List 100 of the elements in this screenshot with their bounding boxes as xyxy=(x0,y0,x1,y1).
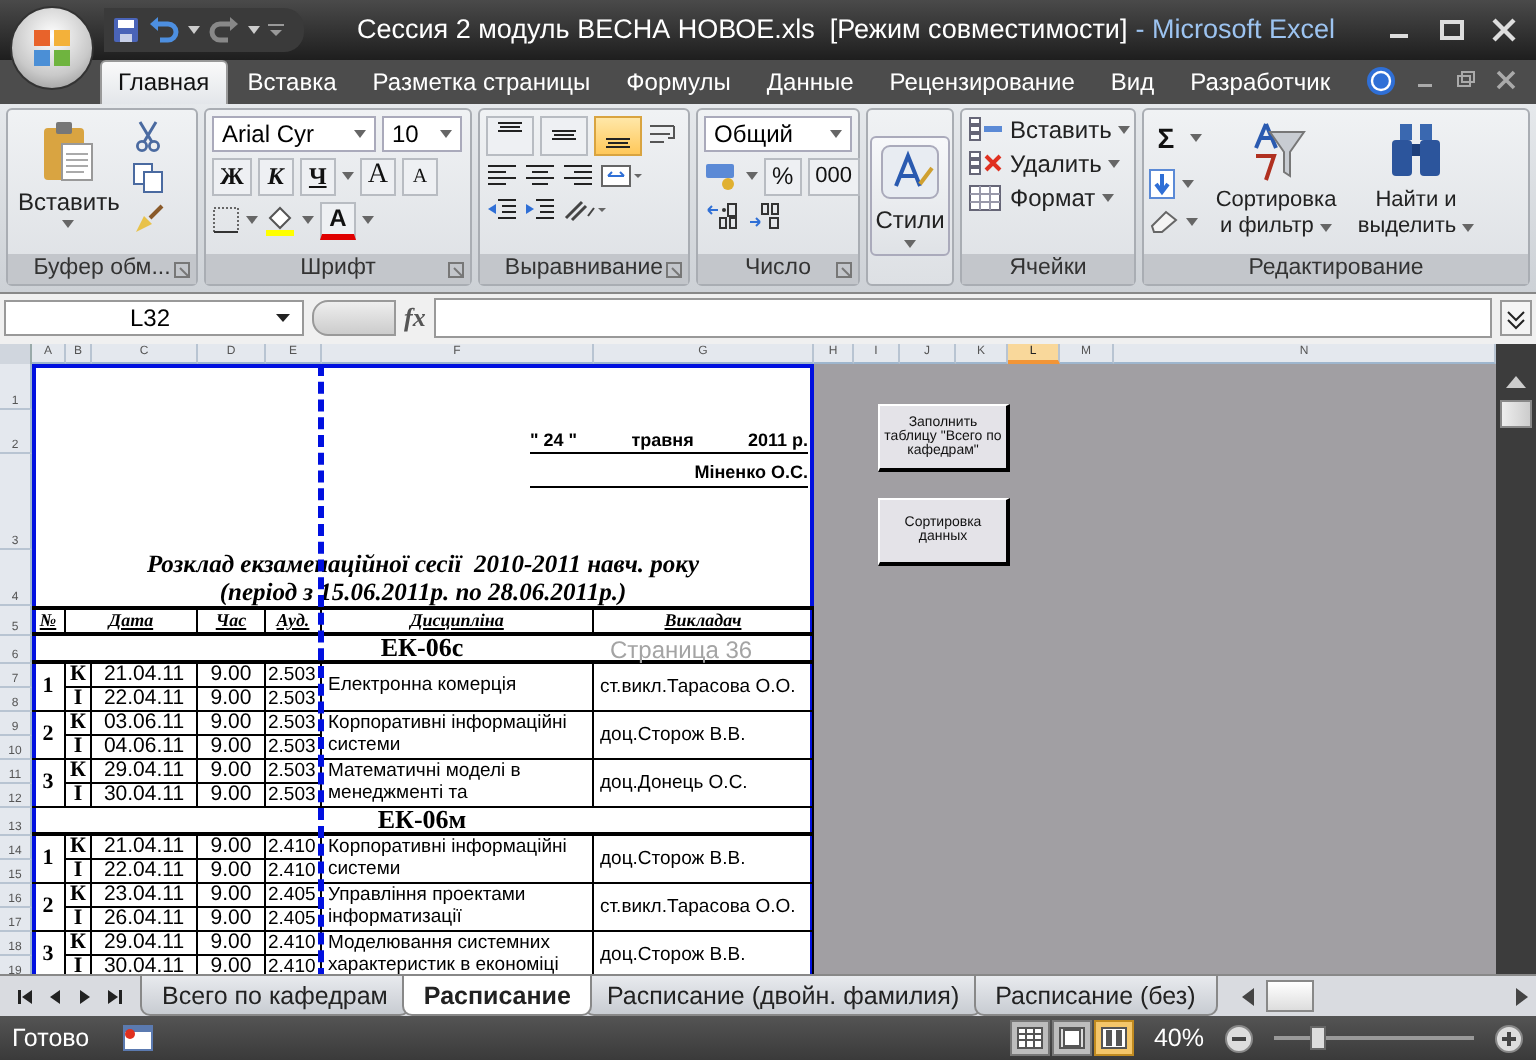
font-size-field[interactable]: 10 xyxy=(382,115,462,152)
caret-icon[interactable] xyxy=(246,216,258,225)
decrease-indent-icon[interactable] xyxy=(486,195,518,224)
help-icon[interactable] xyxy=(1366,65,1396,96)
sort-filter-button[interactable]: Сортировка и фильтр xyxy=(1206,115,1346,244)
ribbon-tab[interactable]: Главная xyxy=(100,59,228,104)
next-sheet-icon[interactable] xyxy=(76,987,94,1006)
fill-color-icon[interactable] xyxy=(264,204,296,237)
zoom-level[interactable]: 40% xyxy=(1153,1024,1204,1053)
scroll-up-icon[interactable] xyxy=(1506,375,1526,388)
number-format-field[interactable]: Общий xyxy=(704,115,852,152)
caret-icon xyxy=(1462,223,1475,232)
caret-icon[interactable] xyxy=(1186,217,1198,226)
decrease-decimal-icon[interactable] xyxy=(746,201,782,230)
split-box[interactable] xyxy=(1496,343,1536,364)
office-button[interactable] xyxy=(10,6,94,90)
caret-icon[interactable] xyxy=(1182,179,1194,188)
italic-button[interactable]: К xyxy=(257,157,294,196)
zoom-slider-thumb[interactable] xyxy=(1310,1026,1326,1051)
last-sheet-icon[interactable] xyxy=(106,987,124,1006)
borders-icon[interactable] xyxy=(212,206,240,235)
vertical-align-button[interactable] xyxy=(540,115,588,156)
view-button[interactable] xyxy=(1009,1020,1050,1057)
scroll-thumb[interactable] xyxy=(1500,399,1532,428)
first-sheet-icon[interactable] xyxy=(16,987,34,1006)
sheet-tab[interactable]: Расписание (двойн. фамилия) xyxy=(584,976,982,1017)
fill-down-icon[interactable] xyxy=(1148,167,1176,200)
thousands-button[interactable]: 000 xyxy=(807,157,861,196)
ribbon-tab[interactable]: Вид xyxy=(1094,61,1171,104)
percent-button[interactable]: % xyxy=(764,157,802,196)
bold-button[interactable]: Ж xyxy=(212,157,252,196)
maximize-icon[interactable] xyxy=(1440,17,1464,42)
insert-function-button[interactable]: fx xyxy=(404,302,426,335)
scroll-right-icon[interactable] xyxy=(1516,987,1528,1006)
increase-decimal-icon[interactable] xyxy=(704,201,740,230)
brush-icon[interactable] xyxy=(131,203,164,236)
splitter-handle[interactable] xyxy=(312,300,396,337)
merge-icon[interactable] xyxy=(600,161,644,190)
delete-cells-button[interactable]: Удалить xyxy=(968,149,1120,178)
find-select-button[interactable]: Найти и выделить xyxy=(1350,115,1482,244)
caret-icon[interactable] xyxy=(341,172,354,181)
font-name-field[interactable]: Arial Cyr xyxy=(212,115,376,152)
view-icon xyxy=(1099,1026,1128,1051)
sheet-tab[interactable]: Расписание (без) xyxy=(973,976,1218,1017)
scroll-thumb[interactable] xyxy=(1265,980,1314,1013)
view-button[interactable] xyxy=(1093,1020,1134,1057)
shrink-font-button[interactable]: A xyxy=(402,157,438,196)
ribbon-tab[interactable]: Рецензирование xyxy=(873,61,1091,104)
dialog-launcher-icon[interactable] xyxy=(174,261,190,278)
name-box[interactable]: L32 xyxy=(4,300,304,337)
zoom-out-icon[interactable] xyxy=(1224,1023,1254,1054)
sheet-tab[interactable]: Расписание xyxy=(401,976,593,1017)
copy-icon[interactable] xyxy=(131,161,164,194)
eraser-icon[interactable] xyxy=(1148,209,1180,234)
customize-icon[interactable] xyxy=(268,21,284,38)
orientation-icon[interactable] xyxy=(562,195,610,224)
dialog-launcher-icon[interactable] xyxy=(666,261,682,278)
vertical-align-button[interactable] xyxy=(594,115,642,156)
ribbon-tab[interactable]: Формулы xyxy=(610,61,747,104)
ribbon-tab[interactable]: Разметка страницы xyxy=(356,61,607,104)
insert-cells-button[interactable]: Вставить xyxy=(968,115,1130,144)
table-cell: 2.405 xyxy=(266,907,322,932)
caret-icon[interactable] xyxy=(746,172,758,181)
sum-button[interactable]: Σ xyxy=(1148,119,1184,158)
underline-button[interactable]: Ч xyxy=(299,157,336,196)
scissors-icon[interactable] xyxy=(131,119,164,152)
macro-record-icon[interactable] xyxy=(121,1024,154,1053)
redo-icon[interactable] xyxy=(208,15,240,44)
format-cells-button[interactable]: Формат xyxy=(968,183,1114,212)
caret-icon[interactable] xyxy=(362,216,374,225)
align-center-icon[interactable] xyxy=(524,161,556,190)
ribbon-tab[interactable]: Данные xyxy=(750,61,870,104)
scroll-left-icon[interactable] xyxy=(1241,987,1254,1006)
formula-field[interactable] xyxy=(433,298,1492,339)
save-icon[interactable] xyxy=(112,15,140,44)
zoom-in-icon[interactable] xyxy=(1494,1023,1524,1054)
caret-icon[interactable] xyxy=(1190,134,1202,143)
ribbon-tab[interactable]: Вставка xyxy=(231,61,353,104)
expand-icon[interactable] xyxy=(1500,300,1532,337)
group-label: Буфер обм... xyxy=(33,256,171,281)
vertical-align-button[interactable] xyxy=(486,115,534,156)
dialog-launcher-icon[interactable] xyxy=(836,261,852,278)
align-right-icon[interactable] xyxy=(562,161,594,190)
caret-icon[interactable] xyxy=(302,216,314,225)
undo-icon[interactable] xyxy=(148,15,180,44)
caret-icon[interactable] xyxy=(248,25,260,34)
align-left-icon[interactable] xyxy=(486,161,518,190)
sheet-tab[interactable]: Всего по кафедрам xyxy=(140,976,410,1017)
caret-icon[interactable] xyxy=(188,25,200,34)
grow-font-button[interactable]: A xyxy=(359,157,396,196)
restore-icon[interactable] xyxy=(1456,70,1476,91)
vertical-scrollbar[interactable] xyxy=(1496,363,1536,975)
increase-indent-icon[interactable] xyxy=(524,195,556,224)
view-button[interactable] xyxy=(1051,1020,1092,1057)
ribbon-tab[interactable]: Разработчик xyxy=(1174,61,1347,104)
paste-button[interactable]: Вставить xyxy=(14,115,124,232)
dialog-launcher-icon[interactable] xyxy=(448,261,464,278)
styles-button[interactable]: Стили xyxy=(869,136,951,257)
font-color-button[interactable]: A xyxy=(320,201,356,240)
previous-sheet-icon[interactable] xyxy=(46,987,64,1006)
